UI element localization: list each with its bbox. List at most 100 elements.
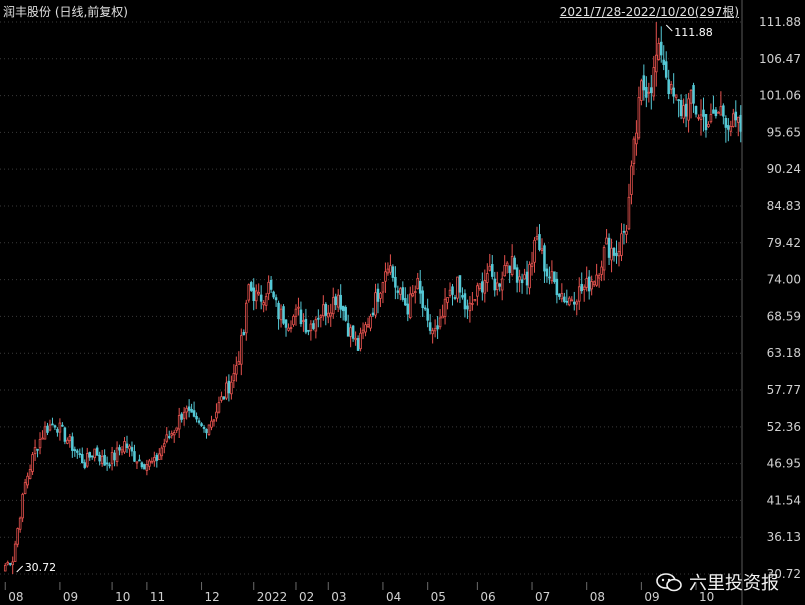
candle-body (692, 85, 695, 104)
candle-body (577, 286, 581, 302)
candle (185, 405, 188, 420)
candle (282, 304, 285, 325)
candle (61, 422, 64, 427)
candle-body (436, 325, 439, 330)
candle-body (595, 274, 598, 286)
candle (722, 103, 725, 125)
candle-body (423, 307, 427, 310)
candle-body (473, 299, 477, 302)
candle-body (647, 91, 651, 94)
low-marker (16, 565, 24, 573)
candle-body (103, 454, 106, 466)
candle (510, 244, 514, 277)
candle (51, 417, 54, 426)
candle (607, 233, 611, 265)
candle-body (488, 265, 492, 271)
candle (416, 272, 419, 290)
candle-body (607, 237, 611, 258)
candle-body (582, 286, 586, 290)
candle-body (528, 264, 531, 289)
candle-body (404, 298, 407, 306)
candle (679, 94, 683, 120)
candle-body (702, 109, 705, 117)
candle (518, 269, 521, 293)
candle-body (500, 278, 504, 291)
candle (486, 263, 489, 292)
candle (737, 116, 740, 137)
candle-body (538, 234, 541, 250)
candle (682, 98, 685, 124)
candle-body (478, 283, 482, 290)
candle (130, 441, 134, 457)
candle-body (679, 99, 683, 117)
candle (443, 288, 447, 325)
candle-body (374, 292, 377, 316)
candle (389, 254, 392, 276)
candle (667, 69, 670, 100)
candle (240, 328, 243, 376)
candle-body (133, 451, 136, 462)
candle (478, 283, 482, 291)
candle (331, 287, 335, 319)
candle-body (207, 424, 211, 435)
candle (115, 441, 119, 467)
candle (493, 271, 497, 297)
candle (232, 364, 236, 389)
candle (423, 305, 427, 312)
candle (264, 292, 268, 311)
candle-body (737, 116, 740, 123)
candle (150, 457, 154, 464)
candle-body (163, 443, 166, 448)
candle-body (31, 454, 34, 472)
candle-body (709, 114, 713, 123)
candle (677, 99, 680, 118)
candle-body (98, 454, 101, 462)
candle-body (68, 436, 72, 442)
candle-body (361, 329, 365, 334)
candle-body (550, 271, 554, 282)
candle-body (336, 294, 340, 308)
candle (446, 297, 449, 310)
candle (428, 314, 432, 335)
candle-body (617, 250, 621, 257)
candle (652, 55, 656, 101)
candle (180, 412, 183, 423)
candle-body (88, 452, 91, 458)
candle (105, 456, 109, 471)
candle (650, 74, 653, 110)
candle-body (85, 453, 89, 467)
candle-body (247, 284, 251, 301)
candle-body (727, 124, 730, 130)
candle-body (232, 373, 236, 382)
candle-body (456, 276, 459, 299)
candle (307, 329, 310, 336)
candle (712, 95, 715, 114)
candle-body (471, 302, 474, 305)
candle (635, 120, 638, 156)
candle-body (344, 306, 347, 321)
candle (364, 321, 367, 337)
candle-body (100, 455, 104, 464)
candle (515, 264, 519, 293)
candle-body (734, 111, 738, 121)
candle-body (202, 426, 206, 429)
candle-body (267, 281, 270, 295)
candle (545, 263, 549, 283)
candle (359, 327, 362, 352)
candle-body (580, 283, 583, 292)
candle-body (446, 297, 449, 303)
watermark-text: 六里投资报 (689, 573, 779, 594)
y-tick-label: 41.54 (767, 493, 801, 507)
candle-body (61, 424, 64, 427)
candle (453, 294, 457, 301)
candle (163, 438, 166, 454)
candle (299, 301, 303, 327)
candle-body (610, 247, 613, 261)
candle-body (418, 280, 422, 294)
candle-body (294, 308, 298, 317)
candle-body (573, 301, 576, 305)
y-tick-label: 90.24 (767, 162, 801, 176)
candlestick-chart[interactable]: 111.88 106.47 101.06 95.65 90.24 84.83 79.42 74… (0, 0, 805, 605)
candle-body (312, 323, 315, 329)
candle-body (401, 287, 405, 300)
